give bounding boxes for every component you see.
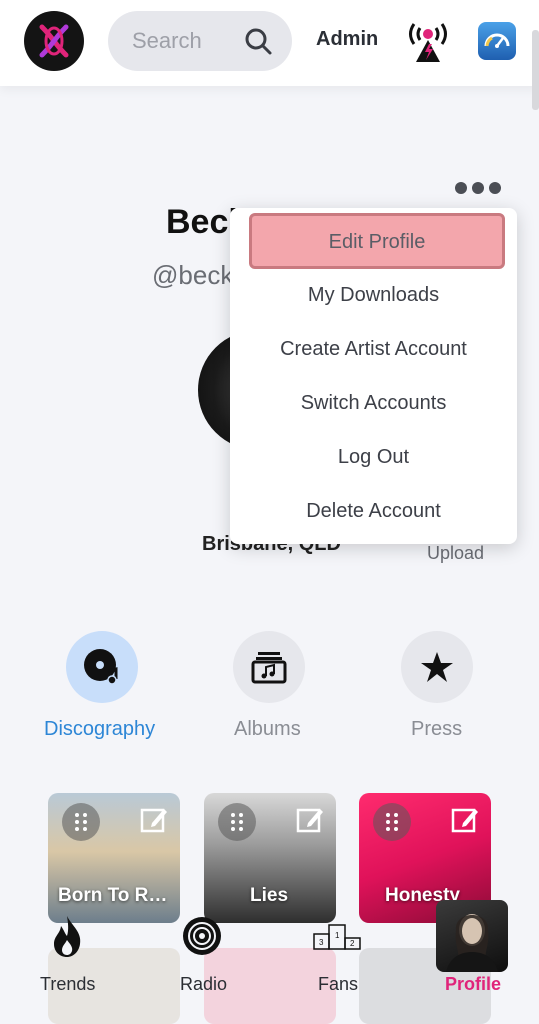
edit-icon[interactable]: [451, 805, 479, 833]
edit-icon[interactable]: [140, 805, 168, 833]
edit-icon[interactable]: [296, 805, 324, 833]
star-icon: [421, 652, 453, 682]
menu-item-edit-profile[interactable]: Edit Profile: [249, 213, 505, 269]
tab-label-discography[interactable]: Discography: [44, 718, 155, 741]
scrollbar[interactable]: [532, 30, 539, 110]
album-stack-icon: [251, 652, 287, 684]
menu-item-log-out[interactable]: Log Out: [230, 434, 517, 480]
drag-handle-icon[interactable]: [218, 803, 256, 841]
menu-item-delete-account[interactable]: Delete Account: [230, 488, 517, 534]
upload-label[interactable]: Upload: [427, 543, 484, 564]
tab-label-press[interactable]: Press: [411, 718, 462, 741]
search-bar[interactable]: Search: [108, 11, 292, 71]
drag-handle-icon[interactable]: [62, 803, 100, 841]
profile-options-menu: Edit Profile My Downloads Create Artist …: [230, 208, 517, 544]
search-icon[interactable]: [242, 25, 274, 57]
podium-icon[interactable]: 3 1 2: [313, 924, 361, 950]
tab-albums[interactable]: [233, 631, 305, 703]
menu-item-switch-accounts[interactable]: Switch Accounts: [230, 380, 517, 426]
radio-broadcast-icon[interactable]: [182, 916, 222, 956]
profile-thumbnail[interactable]: [436, 900, 508, 972]
menu-item-create-artist-account[interactable]: Create Artist Account: [230, 326, 517, 372]
radio-tower-icon[interactable]: [404, 18, 452, 64]
app-logo-icon[interactable]: [24, 11, 84, 71]
speedometer-icon[interactable]: [478, 22, 516, 60]
svg-text:3: 3: [319, 938, 324, 947]
admin-link[interactable]: Admin: [316, 28, 378, 51]
top-bar: Search Admin: [0, 0, 539, 110]
flame-icon[interactable]: [50, 914, 84, 958]
nav-fans[interactable]: Fans: [318, 974, 358, 995]
drag-handle-icon[interactable]: [373, 803, 411, 841]
svg-text:2: 2: [350, 939, 355, 948]
more-options-icon[interactable]: [455, 180, 505, 196]
nav-trends[interactable]: Trends: [40, 974, 95, 995]
svg-text:1: 1: [335, 931, 340, 940]
nav-radio[interactable]: Radio: [180, 974, 227, 995]
tab-label-albums[interactable]: Albums: [234, 718, 301, 741]
tab-press[interactable]: [401, 631, 473, 703]
menu-item-my-downloads[interactable]: My Downloads: [230, 272, 517, 318]
search-input[interactable]: Search: [132, 28, 202, 54]
vinyl-disc-icon: [84, 649, 118, 685]
nav-profile[interactable]: Profile: [445, 974, 501, 995]
tab-discography[interactable]: [66, 631, 138, 703]
